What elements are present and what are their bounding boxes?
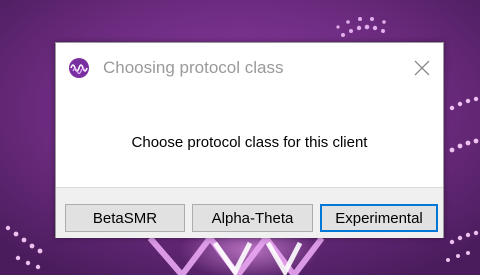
dialog-titlebar[interactable]: Choosing protocol class xyxy=(56,43,443,94)
dialog-message: Choose protocol class for this client xyxy=(131,134,368,151)
close-button[interactable] xyxy=(405,51,439,85)
protocol-class-dialog: Choosing protocol class Choose protocol … xyxy=(55,42,444,238)
betasmr-button[interactable]: BetaSMR xyxy=(65,204,185,232)
experimental-button[interactable]: Experimental xyxy=(320,204,438,232)
dialog-title: Choosing protocol class xyxy=(103,58,284,77)
dialog-button-bar: BetaSMR Alpha-Theta Experimental xyxy=(56,187,443,238)
brainwave-app-icon xyxy=(69,58,89,78)
dialog-body: Choose protocol class for this client xyxy=(56,94,443,187)
alpha-theta-button[interactable]: Alpha-Theta xyxy=(192,204,313,232)
close-icon xyxy=(414,60,430,76)
